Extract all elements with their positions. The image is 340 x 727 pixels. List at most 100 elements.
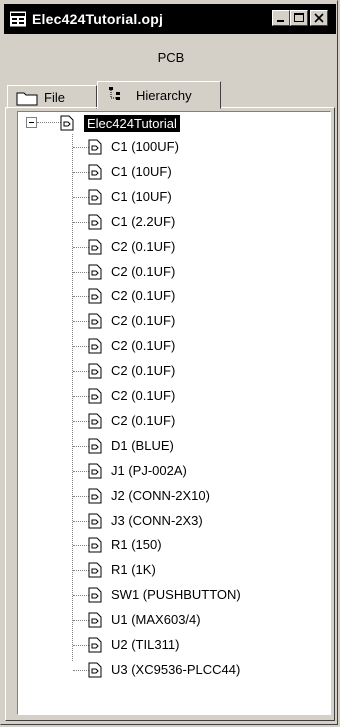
tree-item[interactable]: C2 (0.1UF): [18, 410, 318, 434]
tree-connector: [37, 122, 61, 123]
part-icon: [88, 363, 102, 379]
design-icon: [60, 115, 74, 131]
part-icon: [88, 513, 102, 529]
tree-item[interactable]: C2 (0.1UF): [18, 236, 318, 260]
tree-item-label: U3 (XC9536-PLCC44): [111, 661, 241, 677]
tree-item[interactable]: C2 (0.1UF): [18, 285, 318, 309]
tree-connector: [73, 221, 89, 223]
tree-item[interactable]: C2 (0.1UF): [18, 360, 318, 384]
tree-connector: [73, 445, 89, 447]
hierarchy-tree[interactable]: Elec424Tutorial C1 (100UF) C1 (10UF) C1 (1…: [17, 111, 331, 715]
part-icon: [88, 612, 102, 628]
part-icon: [88, 388, 102, 404]
part-icon: [88, 288, 102, 304]
tree-item-label: U1 (MAX603/4): [111, 612, 201, 628]
tab-strip: File Hierarchy: [5, 81, 335, 109]
tree-item-label: C2 (0.1UF): [111, 238, 176, 254]
tree-item-label: C2 (0.1UF): [111, 363, 176, 379]
part-icon: [88, 214, 102, 230]
tree-connector: [73, 147, 89, 148]
collapse-icon[interactable]: [26, 117, 37, 128]
tree-item-label: C1 (100UF): [111, 139, 179, 154]
tree-connector: [73, 495, 89, 497]
tab-hierarchy[interactable]: Hierarchy: [97, 81, 221, 109]
tree-connector: [73, 321, 89, 323]
part-icon: [88, 537, 102, 553]
tree-item[interactable]: C2 (0.1UF): [18, 261, 318, 285]
tree-connector: [73, 420, 89, 422]
part-icon: [88, 338, 102, 354]
tree-item-label: SW1 (PUSHBUTTON): [111, 587, 241, 603]
minimize-button[interactable]: [272, 10, 290, 26]
maximize-button[interactable]: [290, 10, 308, 26]
part-icon: [88, 463, 102, 479]
tree-connector: [73, 196, 89, 198]
tree-item[interactable]: R1 (1K): [18, 559, 318, 583]
tree-item[interactable]: C1 (2.2UF): [18, 211, 318, 235]
tree-item-label: R1 (150): [111, 537, 162, 553]
part-icon: [88, 562, 102, 578]
tree-connector: [73, 271, 89, 273]
tree-item[interactable]: C1 (10UF): [18, 186, 318, 210]
part-icon: [88, 239, 102, 255]
tree-item[interactable]: SW1 (PUSHBUTTON): [18, 584, 318, 608]
tree-connector: [73, 396, 89, 397]
tree-item-label: C1 (10UF): [111, 163, 172, 179]
tree-item[interactable]: C2 (0.1UF): [18, 310, 318, 334]
tree-connector: [73, 296, 89, 298]
tree-item-label: C2 (0.1UF): [111, 388, 176, 403]
tree-connector: [73, 545, 89, 547]
tree-connector: [73, 346, 89, 348]
tree-connector: [73, 669, 89, 671]
part-icon: [88, 189, 102, 205]
tree-item-label: J2 (CONN-2X10): [111, 487, 210, 503]
tree-item[interactable]: C1 (100UF): [18, 136, 318, 160]
maximize-icon: [294, 13, 304, 22]
tree-connector: [73, 570, 89, 572]
close-icon: [314, 13, 324, 23]
part-icon: [88, 313, 102, 329]
tab-file[interactable]: File: [7, 85, 97, 109]
tree-root[interactable]: Elec424Tutorial: [18, 112, 318, 136]
tree-item[interactable]: R1 (150): [18, 534, 318, 558]
part-icon: [88, 488, 102, 504]
tree-root-label[interactable]: Elec424Tutorial: [84, 115, 180, 132]
tree-item-label: J3 (CONN-2X3): [111, 512, 203, 528]
part-icon: [88, 264, 102, 280]
tree-connector: [73, 171, 89, 173]
part-icon: [88, 587, 102, 603]
title-bar[interactable]: Elec424Tutorial.opj: [4, 4, 336, 34]
tree-connector: [73, 470, 89, 472]
tree-item-label: D1 (BLUE): [111, 437, 174, 453]
part-icon: [88, 413, 102, 429]
tree-item[interactable]: J1 (PJ-002A): [18, 460, 318, 484]
part-icon: [88, 139, 102, 155]
tree-item[interactable]: C1 (10UF): [18, 161, 318, 185]
tab-file-label: File: [44, 90, 65, 105]
tree-connector: [73, 595, 89, 597]
tab-hierarchy-label: Hierarchy: [136, 88, 192, 103]
tree-item[interactable]: C2 (0.1UF): [18, 335, 318, 359]
panel-header: PCB: [157, 50, 185, 65]
tree-item-label: R1 (1K): [111, 562, 156, 578]
minimize-icon: [277, 20, 284, 22]
hierarchy-icon: [108, 86, 126, 105]
tree-item[interactable]: J2 (CONN-2X10): [18, 485, 318, 509]
tree-item[interactable]: C2 (0.1UF): [18, 385, 318, 409]
tree-item-label: J1 (PJ-002A): [111, 462, 187, 478]
tree-connector: [73, 620, 89, 622]
tree-item-label: C2 (0.1UF): [111, 338, 176, 354]
tree-item[interactable]: J3 (CONN-2X3): [18, 510, 318, 534]
tree-item-label: U2 (TIL311): [111, 637, 180, 652]
tree-item-label: C1 (10UF): [111, 188, 172, 204]
project-file-icon: [9, 11, 27, 27]
tree-item-label: C2 (0.1UF): [111, 313, 176, 329]
tree-item-label: C2 (0.1UF): [111, 412, 176, 428]
tree-item-label: C2 (0.1UF): [111, 288, 176, 304]
tree-item[interactable]: D1 (BLUE): [18, 435, 318, 459]
tree-item[interactable]: U3 (XC9536-PLCC44): [18, 659, 318, 683]
tree-connector: [73, 520, 89, 522]
close-button[interactable]: [310, 10, 328, 26]
tree-item[interactable]: U2 (TIL311): [18, 634, 318, 658]
tree-item[interactable]: U1 (MAX603/4): [18, 609, 318, 633]
